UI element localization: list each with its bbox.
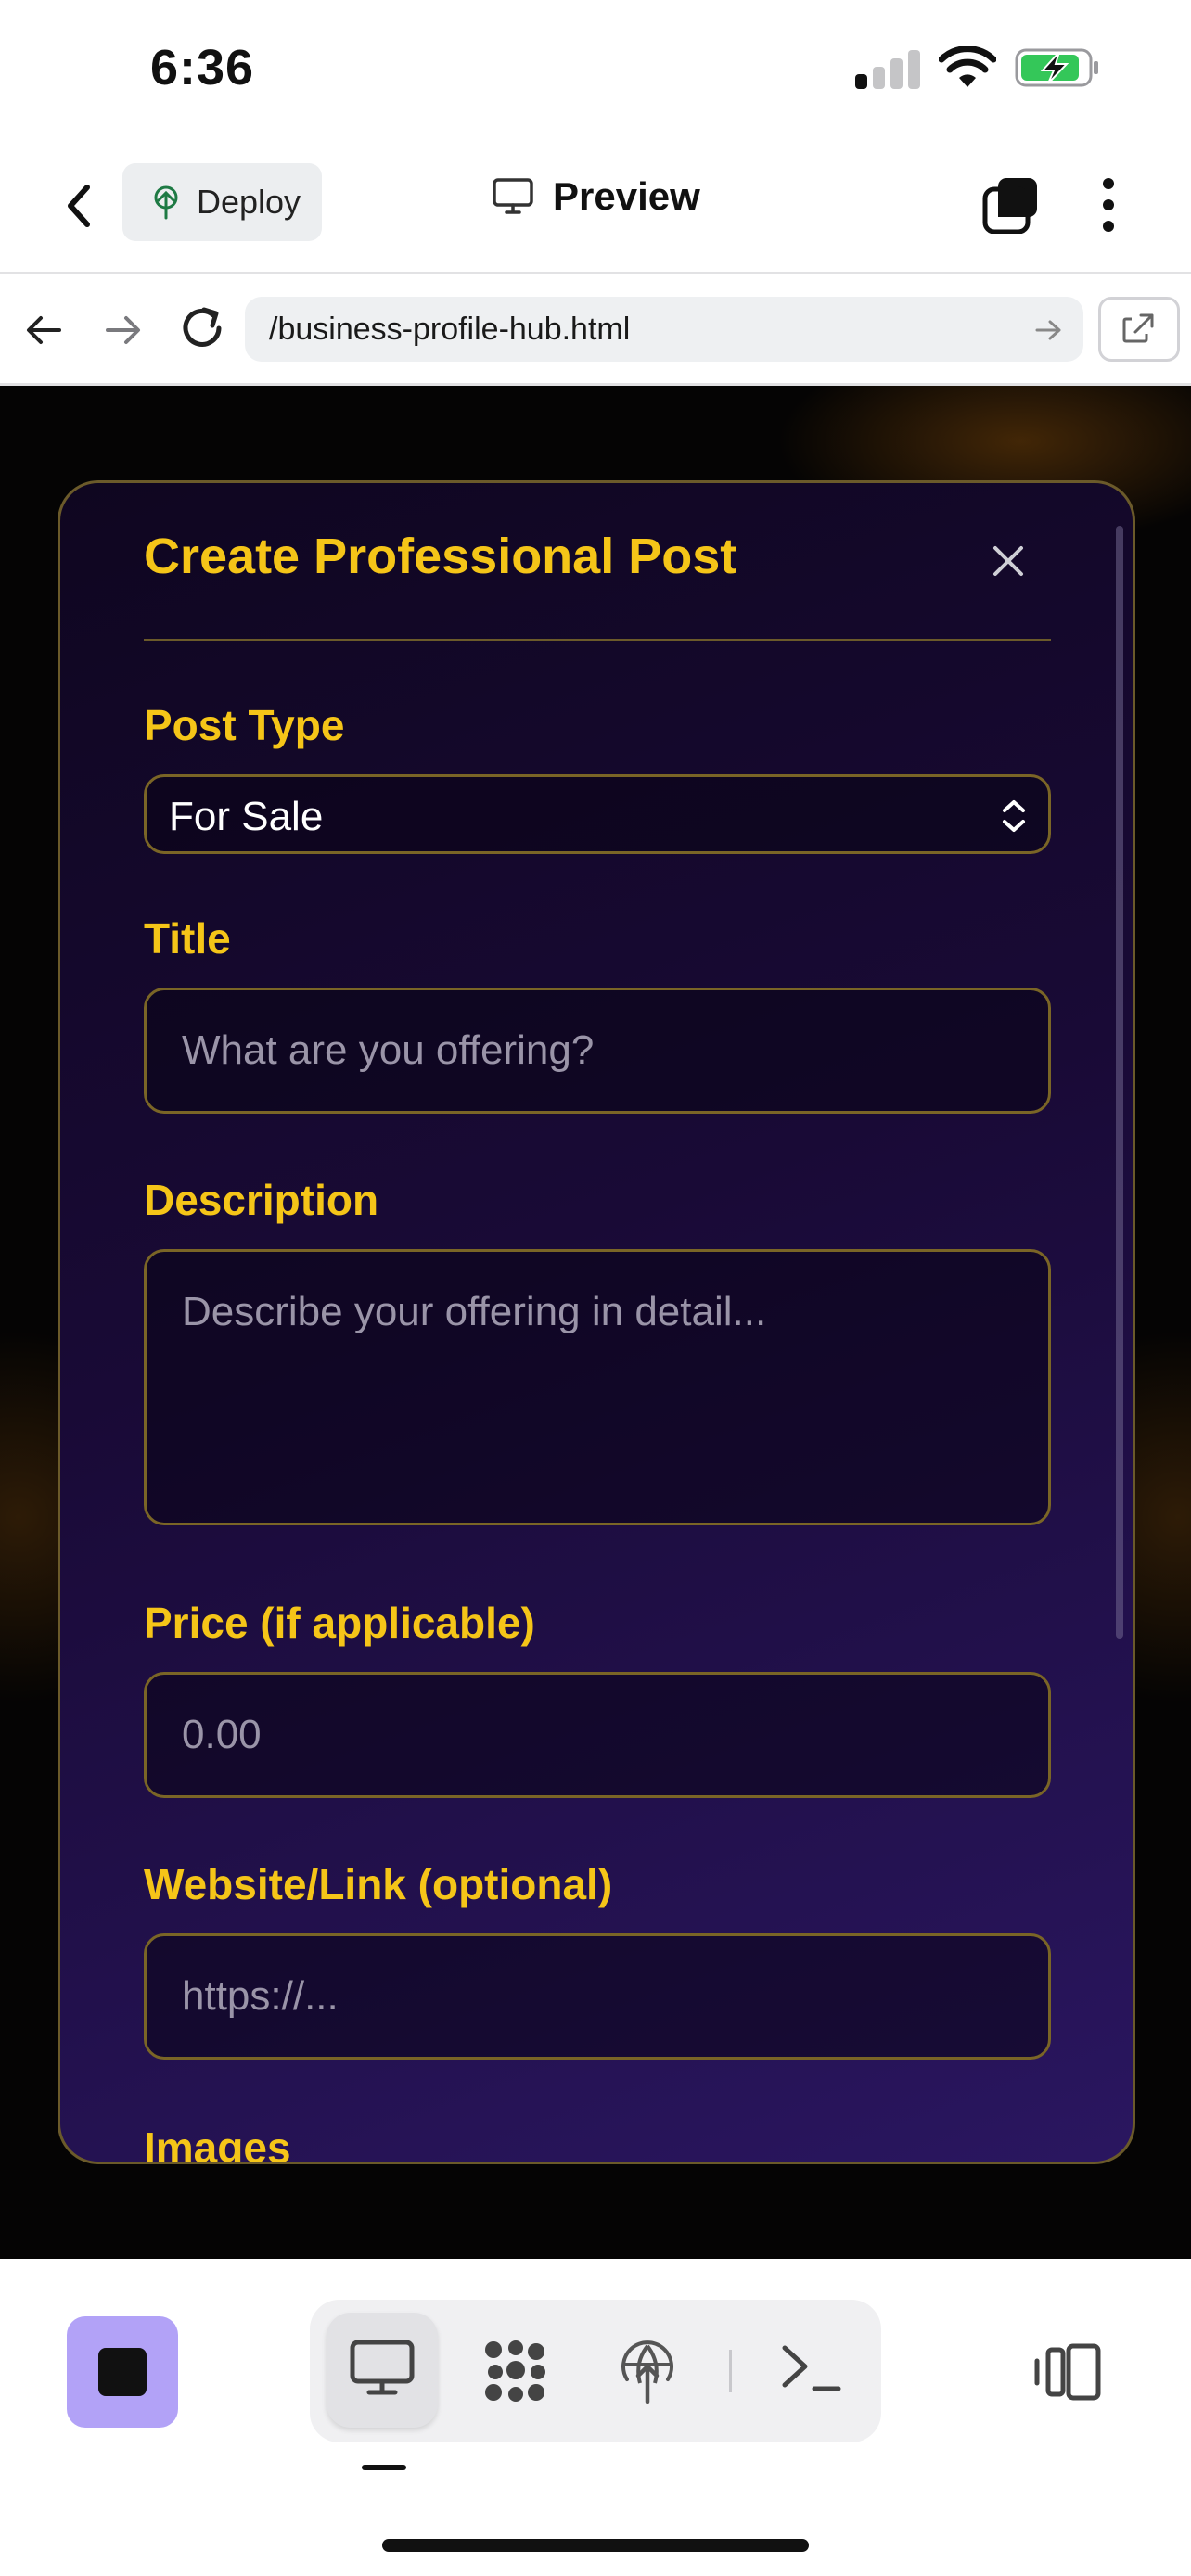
description-label: Description — [144, 1176, 379, 1224]
post-type-label: Post Type — [144, 701, 345, 749]
modal-scrollbar[interactable] — [1116, 526, 1123, 1639]
go-arrow-icon[interactable] — [1031, 313, 1065, 347]
browser-forward-icon[interactable] — [100, 308, 145, 352]
website-placeholder: https://... — [182, 1973, 339, 2019]
description-placeholder: Describe your offering in detail... — [182, 1289, 767, 1334]
deploy-view-tab[interactable] — [592, 2313, 703, 2428]
close-icon[interactable] — [988, 541, 1029, 581]
deploy-globe-icon — [621, 2340, 673, 2404]
url-field[interactable]: /business-profile-hub.html — [245, 297, 1083, 362]
stop-button[interactable] — [67, 2316, 178, 2428]
post-type-value: For Sale — [169, 794, 324, 839]
select-updown-icon — [1003, 800, 1025, 832]
modal-title: Create Professional Post — [144, 529, 737, 584]
preview-title: Preview — [492, 174, 700, 219]
url-text: /business-profile-hub.html — [269, 311, 631, 347]
desktop-view-tab[interactable] — [327, 2313, 438, 2428]
terminal-icon — [782, 2345, 841, 2391]
bottom-toolbar — [0, 2259, 1191, 2576]
create-post-modal: Create Professional Post Post Type For S… — [58, 480, 1135, 2164]
modal-divider — [144, 639, 1051, 641]
view-switcher — [310, 2300, 881, 2442]
open-external-button[interactable] — [1098, 297, 1180, 362]
title-input[interactable]: What are you offering? — [144, 988, 1051, 1114]
description-textarea[interactable]: Describe your offering in detail... — [144, 1249, 1051, 1525]
browser-back-icon[interactable] — [22, 308, 67, 352]
deploy-icon — [154, 185, 178, 220]
price-placeholder: 0.00 — [182, 1712, 262, 1757]
external-link-icon — [1122, 313, 1154, 343]
status-bar: 6:36 — [0, 0, 1191, 139]
deploy-button[interactable]: Deploy — [122, 163, 322, 241]
title-placeholder: What are you offering? — [182, 1027, 595, 1073]
back-chevron-icon[interactable] — [56, 178, 102, 234]
monitor-icon — [493, 178, 533, 214]
active-tab-indicator — [362, 2465, 406, 2470]
app-header: Deploy Preview — [0, 139, 1191, 274]
status-time: 6:36 — [150, 40, 255, 96]
images-label: Images — [144, 2123, 291, 2164]
browser-bar: /business-profile-hub.html — [0, 274, 1191, 386]
terminal-view-tab[interactable] — [755, 2313, 866, 2428]
page-canvas: Create Professional Post Post Type For S… — [0, 386, 1191, 2259]
battery-charging-icon — [1015, 48, 1098, 87]
price-label: Price (if applicable) — [144, 1599, 535, 1647]
title-label: Title — [144, 914, 231, 963]
post-type-select[interactable]: For Sale — [144, 774, 1051, 854]
website-input[interactable]: https://... — [144, 1933, 1051, 2060]
desktop-icon — [350, 2340, 415, 2395]
reload-icon[interactable] — [176, 302, 228, 354]
panels-icon[interactable] — [1031, 2342, 1102, 2402]
wifi-icon — [939, 46, 996, 87]
home-indicator — [382, 2539, 809, 2552]
apps-view-tab[interactable] — [460, 2313, 571, 2428]
more-options-icon[interactable] — [1083, 172, 1133, 237]
toolbar-separator — [729, 2350, 732, 2392]
deploy-label: Deploy — [197, 183, 301, 221]
price-input[interactable]: 0.00 — [144, 1672, 1051, 1798]
preview-label: Preview — [553, 174, 700, 218]
apps-icon — [485, 2340, 545, 2402]
cellular-signal-icon — [855, 48, 920, 89]
website-label: Website/Link (optional) — [144, 1860, 613, 1908]
stop-icon — [98, 2348, 147, 2396]
tabs-stack-icon[interactable] — [981, 174, 1041, 234]
